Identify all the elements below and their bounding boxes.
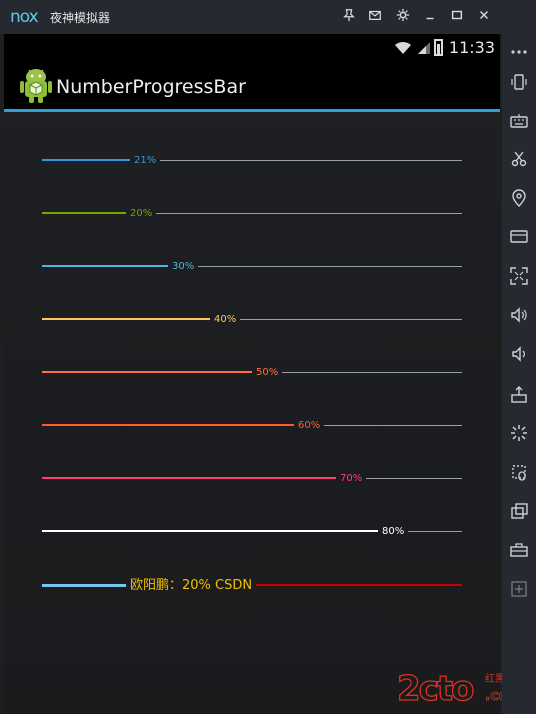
progress-unreached	[282, 372, 462, 373]
progress-text: 50%	[256, 367, 279, 378]
progress-unreached	[156, 213, 462, 214]
number-progress-bar: 70%	[42, 471, 462, 487]
close-icon[interactable]	[476, 8, 492, 24]
battery-icon	[434, 39, 443, 56]
watermark-text: 2cto	[397, 669, 473, 708]
number-progress-bar: 欧阳鹏：20% CSDN	[42, 578, 462, 595]
loading-icon[interactable]	[502, 418, 536, 448]
progress-unreached	[324, 425, 462, 426]
emulator-title-bar: nox 夜神模拟器	[0, 0, 536, 34]
progress-text: 30%	[172, 261, 195, 272]
number-progress-bar: 60%	[42, 418, 462, 434]
menu-icon[interactable]	[502, 37, 536, 67]
progress-reached	[42, 477, 336, 479]
progress-text: 21%	[134, 155, 157, 166]
apk-install-icon[interactable]	[502, 379, 536, 409]
volume-up-icon[interactable]	[502, 300, 536, 330]
phone-shake-icon[interactable]	[502, 67, 536, 97]
progress-unreached	[160, 160, 462, 161]
progress-reached	[42, 530, 378, 532]
macro-icon[interactable]	[502, 457, 536, 487]
progress-reached	[42, 212, 126, 214]
progress-text: 欧阳鹏：20% CSDN	[130, 578, 253, 593]
screen-icon[interactable]	[502, 222, 536, 252]
multi-instance-icon[interactable]	[502, 496, 536, 526]
nox-logo: nox	[10, 7, 39, 27]
progress-reached	[42, 424, 294, 426]
android-screen: 11:33 NumberProgressBar 21% 20% 30% 40% 50% 6…	[4, 34, 500, 714]
scissors-icon[interactable]	[502, 144, 536, 174]
number-progress-bar: 80%	[42, 524, 462, 540]
pin-icon[interactable]	[341, 8, 357, 24]
progress-reached	[42, 265, 168, 267]
toolbox-icon[interactable]	[502, 534, 536, 564]
progress-reached	[42, 318, 210, 320]
progress-text: 20%	[130, 208, 153, 219]
android-app-icon	[20, 69, 52, 103]
progress-reached	[42, 159, 130, 161]
keyboard-icon[interactable]	[502, 106, 536, 136]
progress-unreached	[198, 266, 462, 267]
status-bar: 11:33	[4, 34, 500, 62]
progress-unreached	[240, 319, 462, 320]
wifi-icon	[395, 41, 411, 54]
window-title: 夜神模拟器	[50, 11, 111, 25]
status-time: 11:33	[448, 38, 495, 57]
progress-bar-list: 21% 20% 30% 40% 50% 60% 70% 80% 欧阳鹏：20% CSDN	[4, 115, 500, 714]
volume-down-icon[interactable]	[502, 339, 536, 369]
progress-text: 40%	[214, 314, 237, 325]
fullscreen-icon[interactable]	[502, 261, 536, 291]
number-progress-bar: 40%	[42, 312, 462, 328]
number-progress-bar: 50%	[42, 365, 462, 381]
progress-unreached	[256, 584, 462, 586]
number-progress-bar: 20%	[42, 206, 462, 222]
progress-text: 70%	[340, 473, 363, 484]
emulator-sidebar	[502, 34, 536, 714]
cell-signal-icon	[418, 42, 430, 54]
mail-icon[interactable]	[367, 8, 383, 24]
progress-text: 80%	[382, 526, 405, 537]
location-icon[interactable]	[502, 183, 536, 213]
number-progress-bar: 30%	[42, 259, 462, 275]
progress-reached	[42, 371, 252, 373]
settings-gear-icon[interactable]	[395, 8, 411, 24]
progress-unreached	[366, 478, 462, 479]
progress-unreached	[408, 531, 462, 532]
action-bar: NumberProgressBar	[4, 62, 500, 112]
maximize-icon[interactable]	[449, 8, 465, 24]
number-progress-bar: 21%	[42, 153, 462, 169]
progress-text: 60%	[298, 420, 321, 431]
add-icon[interactable]	[502, 574, 536, 604]
app-title: NumberProgressBar	[56, 76, 246, 98]
progress-reached	[42, 584, 126, 587]
minimize-icon[interactable]	[422, 8, 438, 24]
